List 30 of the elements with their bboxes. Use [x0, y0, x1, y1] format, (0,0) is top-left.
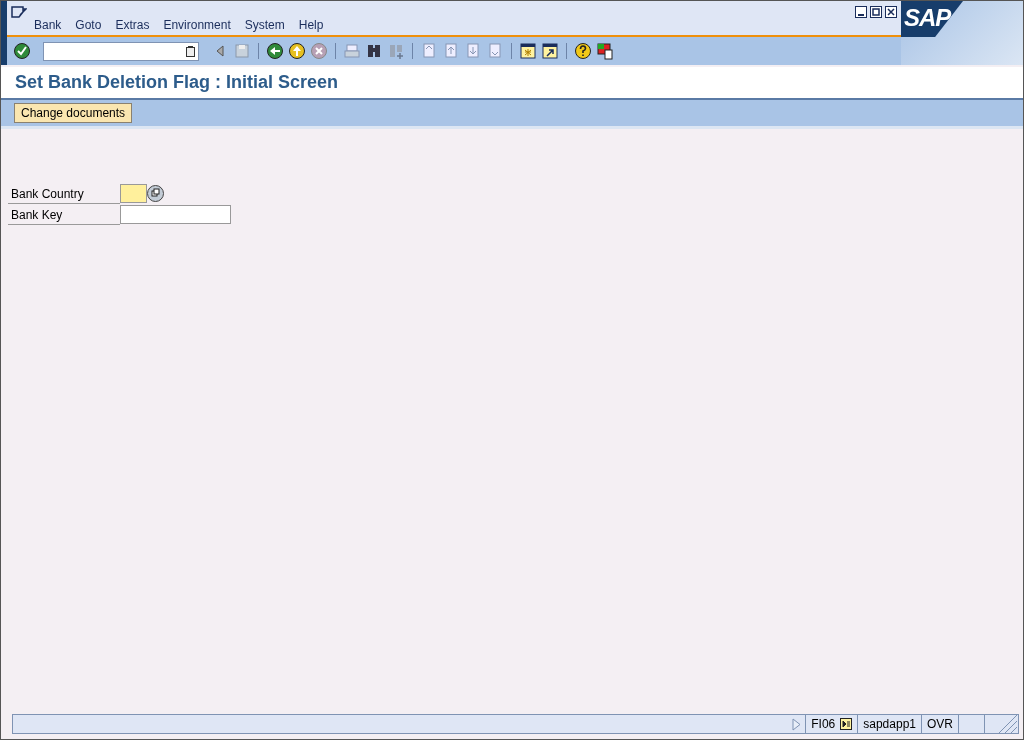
back-icon[interactable]	[266, 42, 284, 60]
menu-item[interactable]: Help	[291, 18, 331, 32]
close-icon[interactable]	[885, 6, 897, 18]
menu-item[interactable]: Goto	[68, 18, 109, 32]
new-window-icon[interactable]	[519, 42, 537, 60]
layout-icon[interactable]	[596, 42, 614, 60]
shortcut-icon[interactable]	[541, 42, 559, 60]
menu-icon[interactable]	[11, 6, 27, 18]
menu-item[interactable]: Environment	[156, 18, 238, 32]
command-field[interactable]	[43, 41, 199, 61]
transaction-code: FI06	[811, 717, 836, 731]
clipboard-icon[interactable]	[186, 45, 195, 57]
check-icon[interactable]	[13, 42, 31, 60]
input-field[interactable]	[120, 184, 147, 203]
help-icon[interactable]	[574, 42, 592, 60]
list-icon[interactable]	[840, 718, 853, 730]
input-mode: OVR	[927, 717, 953, 731]
input-field[interactable]	[120, 205, 231, 224]
maximize-icon[interactable]	[870, 6, 882, 18]
minimize-icon[interactable]	[855, 6, 867, 18]
menu-item[interactable]: System	[237, 18, 292, 32]
menu-item[interactable]: Extras	[108, 18, 157, 32]
logo: SAP	[901, 1, 963, 37]
server-name: sapdapp1	[863, 717, 916, 731]
binoculars-icon[interactable]	[365, 42, 383, 60]
value-help-icon[interactable]	[147, 185, 164, 202]
menu-item[interactable]: Bank	[27, 18, 69, 32]
screen-title: Set Bank Deletion Flag : Initial Screen	[1, 67, 1023, 100]
exit-icon[interactable]	[288, 42, 306, 60]
change-documents-button[interactable]: Change documents	[14, 103, 133, 123]
